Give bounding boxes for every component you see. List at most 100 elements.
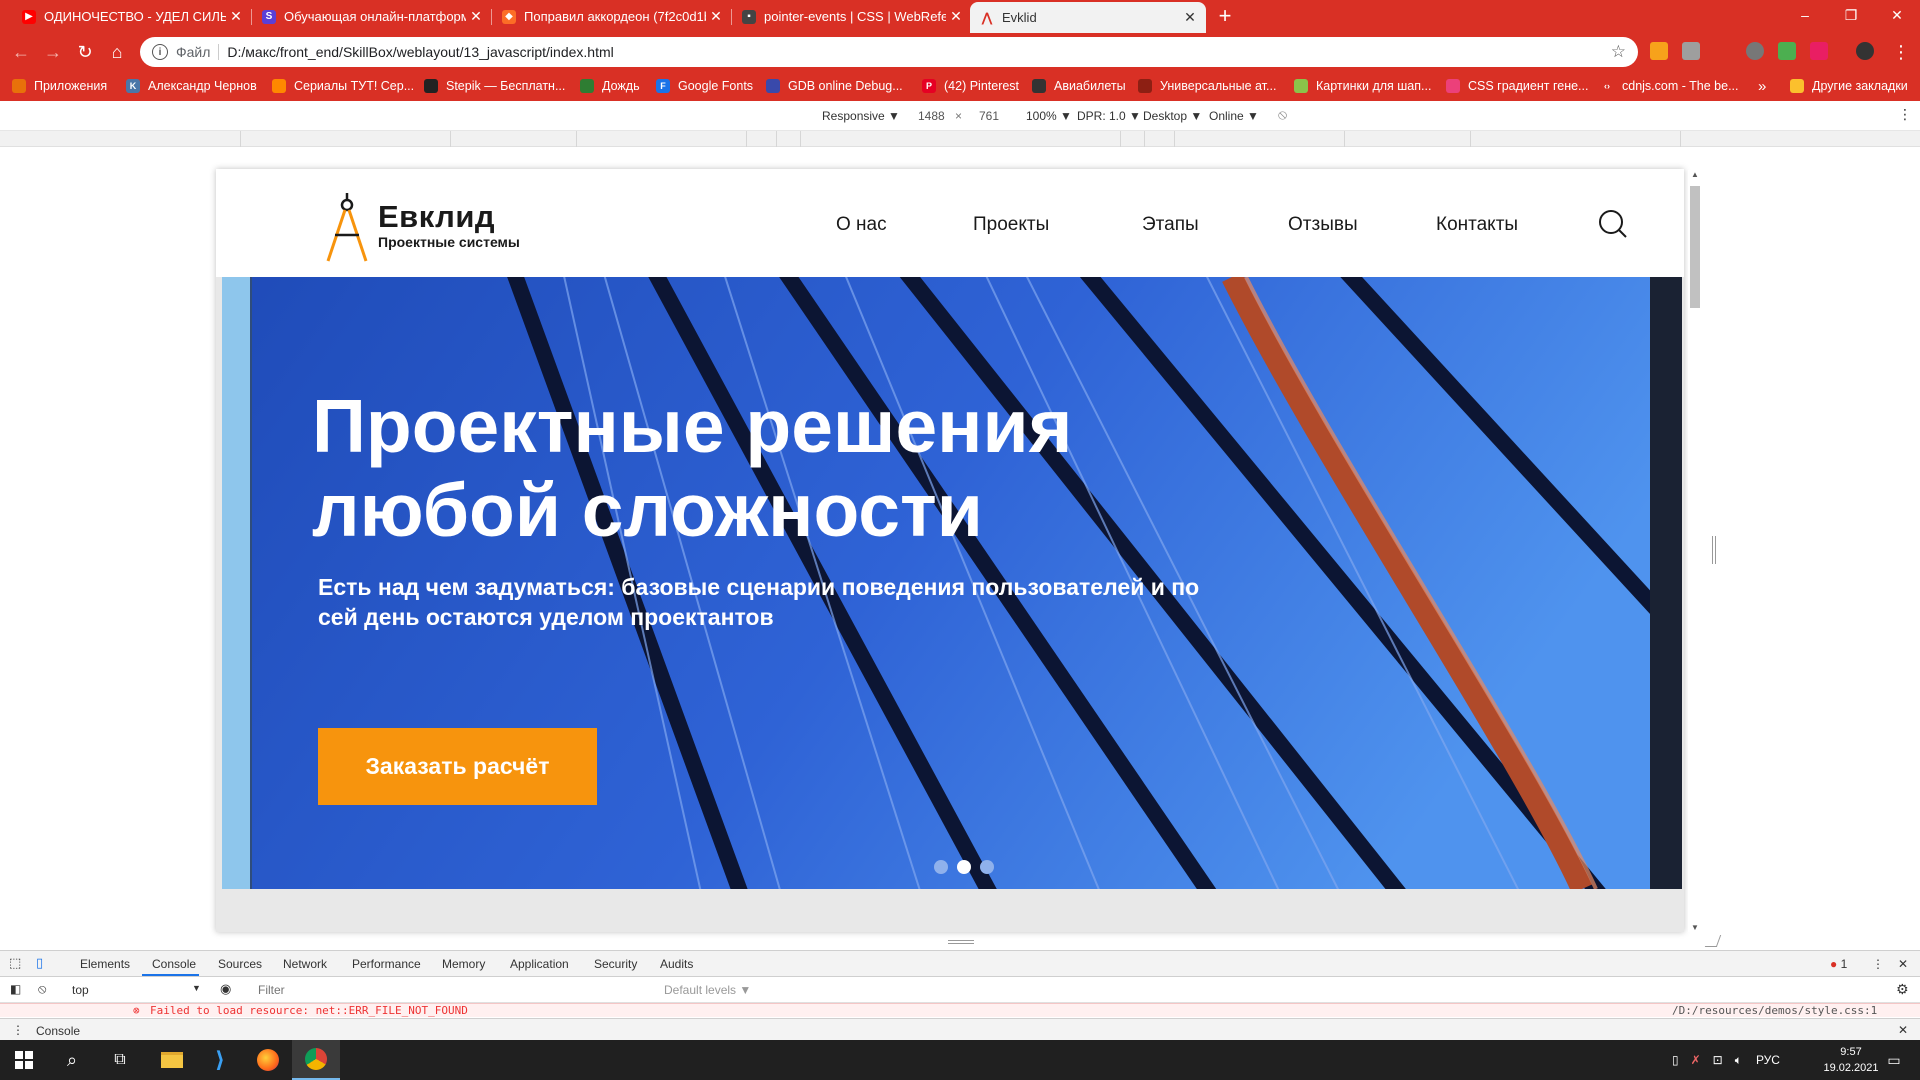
bookmark-item[interactable]: CSS градиент гене...	[1446, 71, 1588, 101]
more-options-icon[interactable]: ⋮	[1898, 106, 1912, 123]
bookmark-item[interactable]: Авиабилеты	[1032, 71, 1126, 101]
resize-handle-right[interactable]	[1712, 536, 1716, 564]
address-url[interactable]: D:/макс/front_end/SkillBox/weblayout/13_…	[227, 44, 613, 60]
maximize-button[interactable]: ❐	[1828, 0, 1874, 30]
tray-device-icon[interactable]: ▯	[1672, 1053, 1679, 1067]
new-tab-button[interactable]: +	[1212, 4, 1238, 30]
close-tab-icon[interactable]: ✕	[226, 8, 246, 25]
tab-webref[interactable]: ▪ pointer-events | CSS | WebRefere ✕	[732, 0, 972, 33]
vscode-icon[interactable]: ⟩	[196, 1040, 244, 1080]
back-icon[interactable]: ←	[10, 41, 32, 63]
tray-security-icon[interactable]: ✗	[1691, 1053, 1701, 1067]
chrome-icon[interactable]	[292, 1040, 340, 1080]
order-calculation-button[interactable]: Заказать расчёт	[318, 728, 597, 805]
search-icon[interactable]	[1598, 209, 1628, 239]
menu-icon[interactable]: ⋮	[1890, 41, 1912, 63]
media-query-bar[interactable]	[0, 131, 1920, 147]
firefox-icon[interactable]	[244, 1040, 292, 1080]
extension-icon[interactable]	[1778, 42, 1796, 60]
tab-network[interactable]: Network	[283, 957, 327, 971]
context-select[interactable]: top	[72, 983, 89, 997]
bookmark-star-icon[interactable]: ☆	[1611, 42, 1626, 62]
tab-sources[interactable]: Sources	[218, 957, 262, 971]
nav-link-reviews[interactable]: Отзывы	[1288, 214, 1358, 236]
bookmark-item[interactable]: Универсальные ат...	[1138, 71, 1276, 101]
tab-application[interactable]: Application	[510, 957, 569, 971]
tab-audits[interactable]: Audits	[660, 957, 693, 971]
close-devtools-icon[interactable]: ✕	[1898, 957, 1908, 971]
bookmark-item[interactable]: P (42) Pinterest	[922, 71, 1019, 101]
tab-memory[interactable]: Memory	[442, 957, 485, 971]
nav-link-contacts[interactable]: Контакты	[1436, 214, 1518, 236]
bookmark-item[interactable]: ‹› cdnjs.com - The be...	[1600, 71, 1739, 101]
close-window-button[interactable]: ✕	[1874, 0, 1920, 30]
home-icon[interactable]: ⌂	[106, 41, 128, 63]
scroll-down-icon[interactable]: ▼	[1691, 923, 1699, 932]
slider-dot-1[interactable]	[934, 860, 948, 874]
scrollbar-thumb[interactable]	[1690, 186, 1700, 308]
extension-icon[interactable]	[1810, 42, 1828, 60]
reload-icon[interactable]: ↻	[74, 41, 96, 63]
avatar[interactable]	[1856, 42, 1874, 60]
tab-console[interactable]: Console	[152, 957, 196, 971]
bookmark-item[interactable]: GDB online Debug...	[766, 71, 903, 101]
info-icon[interactable]: i	[152, 44, 168, 60]
page-scrollbar[interactable]: ▲ ▼	[1688, 170, 1702, 932]
extension-icon[interactable]	[1746, 42, 1764, 60]
task-view-icon[interactable]: ⧉	[96, 1040, 144, 1080]
extension-icon[interactable]	[1650, 42, 1668, 60]
height-input[interactable]: 761	[979, 109, 999, 123]
responsive-select[interactable]: Responsive ▼	[822, 109, 900, 123]
notifications-icon[interactable]: ▭	[1870, 1040, 1918, 1080]
drawer-tab-console[interactable]: Console	[36, 1024, 80, 1038]
inspect-element-icon[interactable]: ⬚	[9, 955, 21, 971]
tab-evklid[interactable]: ⋀ Evklid ✕	[970, 2, 1206, 33]
close-tab-icon[interactable]: ✕	[1180, 9, 1200, 26]
log-levels-select[interactable]: Default levels ▼	[664, 983, 751, 997]
scroll-up-icon[interactable]: ▲	[1691, 170, 1699, 179]
close-tab-icon[interactable]: ✕	[466, 8, 486, 25]
bookmark-item[interactable]: Stepik — Бесплатн...	[424, 71, 565, 101]
slider-dot-3[interactable]	[980, 860, 994, 874]
zoom-select[interactable]: 100% ▼	[1026, 109, 1072, 123]
search-taskbar-icon[interactable]: ⌕	[48, 1040, 96, 1080]
drawer-menu-icon[interactable]: ⋮	[12, 1023, 24, 1037]
tab-gitlab[interactable]: ◆ Поправил аккордеон (7f2c0d1b ✕	[492, 0, 732, 33]
bookmarks-overflow-button[interactable]: »	[1758, 71, 1766, 101]
nav-link-about[interactable]: О нас	[836, 214, 887, 236]
language-indicator[interactable]: РУС	[1756, 1053, 1780, 1067]
other-bookmarks[interactable]: Другие закладки	[1790, 71, 1908, 101]
clear-console-icon[interactable]: ⦸	[38, 981, 46, 997]
console-filter-input[interactable]	[250, 980, 655, 1000]
bookmark-item[interactable]: F Google Fonts	[656, 71, 753, 101]
tab-security[interactable]: Security	[594, 957, 637, 971]
bookmark-item[interactable]: Сериалы ТУТ! Сер...	[272, 71, 414, 101]
tab-elements[interactable]: Elements	[80, 957, 130, 971]
nav-link-stages[interactable]: Этапы	[1142, 214, 1199, 236]
network-select[interactable]: Online ▼	[1209, 109, 1259, 123]
close-drawer-icon[interactable]: ✕	[1898, 1023, 1908, 1037]
tab-skillbox[interactable]: S Обучающая онлайн-платформа ✕	[252, 0, 492, 33]
console-settings-icon[interactable]: ⚙	[1896, 981, 1909, 998]
error-count-badge[interactable]: ● 1	[1830, 957, 1847, 971]
tray-network-icon[interactable]: ⊡	[1713, 1053, 1723, 1067]
error-source-link[interactable]: /D:/resources/demos/style.css:1	[1672, 1004, 1877, 1017]
logo-name[interactable]: Евклид	[378, 199, 495, 235]
address-bar[interactable]: i Файл D:/макс/front_end/SkillBox/weblay…	[140, 37, 1638, 67]
context-select-arrow-icon[interactable]: ▼	[192, 983, 201, 993]
devtools-menu-icon[interactable]: ⋮	[1872, 957, 1884, 971]
dpr-select[interactable]: DPR: 1.0 ▼	[1077, 109, 1141, 123]
sidebar-toggle-icon[interactable]: ◧	[10, 982, 21, 996]
start-button[interactable]	[0, 1040, 48, 1080]
volume-icon[interactable]: 🔈︎	[1735, 1053, 1742, 1068]
forward-icon[interactable]: →	[42, 41, 64, 63]
close-tab-icon[interactable]: ✕	[706, 8, 726, 25]
bookmark-item[interactable]: Приложения	[12, 71, 107, 101]
nav-link-projects[interactable]: Проекты	[973, 214, 1049, 236]
device-toggle-icon[interactable]: ▯	[36, 955, 43, 971]
file-explorer-icon[interactable]	[148, 1040, 196, 1080]
slider-dot-2[interactable]	[957, 860, 971, 874]
live-expression-icon[interactable]: ◉	[220, 981, 231, 997]
close-tab-icon[interactable]: ✕	[946, 8, 966, 25]
minimize-button[interactable]: –	[1782, 0, 1828, 30]
